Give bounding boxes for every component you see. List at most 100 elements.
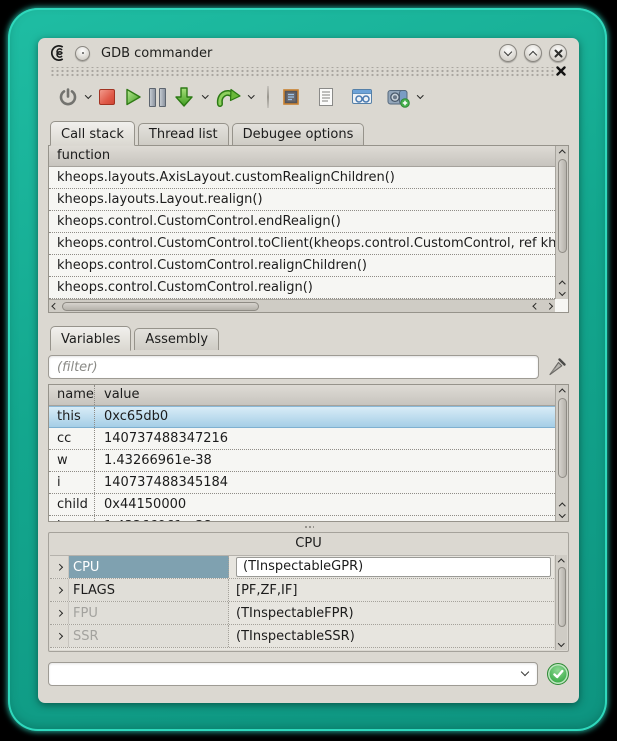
close-button[interactable]	[549, 44, 567, 62]
register-group-name: FPU	[69, 602, 229, 624]
scroll-up-icon[interactable]	[556, 499, 568, 510]
step-over-dropdown-icon[interactable]	[248, 92, 254, 98]
column-name[interactable]: name	[49, 385, 95, 405]
register-group-name: FLAGS	[69, 579, 229, 601]
variable-row[interactable]: i 140737488345184	[49, 472, 555, 494]
scroll-up-icon[interactable]	[556, 277, 568, 288]
variables-tabbar: Variables Assembly	[48, 325, 569, 350]
scroll-up-icon[interactable]	[556, 385, 568, 396]
cpu-group-title: CPU	[49, 533, 568, 554]
cpu-view-button[interactable]	[277, 83, 305, 111]
scrollbar-thumb[interactable]	[558, 159, 567, 253]
pause-button[interactable]	[146, 83, 169, 111]
tab-call-stack[interactable]: Call stack	[50, 121, 135, 146]
window-menu-button[interactable]	[75, 46, 90, 61]
clear-filter-button[interactable]	[545, 355, 569, 379]
scroll-down-icon[interactable]	[556, 639, 567, 650]
close-icon	[554, 49, 563, 58]
tab-assembly[interactable]: Assembly	[134, 328, 219, 350]
variable-name: w	[49, 450, 95, 471]
cpu-view-icon	[280, 86, 302, 108]
scroll-down-icon[interactable]	[556, 288, 568, 299]
variables-header[interactable]: name value	[49, 385, 555, 406]
register-group-name: SSR	[69, 625, 229, 647]
cpu-row[interactable]: CPU (TInspectableGPR)	[50, 556, 554, 579]
panel-splitter[interactable]	[48, 522, 569, 532]
scroll-right-icon[interactable]	[543, 300, 555, 312]
dock-titlebar[interactable]	[50, 67, 567, 78]
expand-icon[interactable]	[50, 602, 69, 624]
snapshot-button[interactable]	[383, 83, 414, 111]
variable-name: cc	[49, 428, 95, 449]
expand-icon[interactable]	[50, 625, 69, 647]
cpu-vertical-scrollbar[interactable]	[555, 555, 567, 650]
scroll-left-icon[interactable]	[49, 300, 61, 312]
variable-row[interactable]: w 1.43266961e-38	[49, 450, 555, 472]
variable-value: 1.43266961e-38	[95, 516, 555, 521]
scroll-up-icon[interactable]	[556, 555, 567, 566]
callstack-row[interactable]: kheops.layouts.Layout.realign()	[49, 189, 555, 211]
scrollbar-thumb[interactable]	[558, 567, 566, 627]
callstack-column-header[interactable]: function	[49, 146, 568, 167]
variable-value: 0xc65db0	[95, 407, 555, 427]
messages-button[interactable]	[313, 83, 339, 111]
register-group-value[interactable]: (TInspectableGPR)	[236, 557, 551, 577]
dock-close-icon[interactable]	[555, 65, 567, 77]
scroll-left-icon[interactable]	[530, 300, 542, 312]
watch-window-button[interactable]	[347, 83, 377, 111]
callstack-vertical-scrollbar[interactable]	[555, 146, 568, 299]
stop-icon	[99, 89, 115, 105]
step-over-button[interactable]	[212, 83, 245, 111]
scroll-up-icon[interactable]	[556, 146, 568, 157]
scrollbar-thumb[interactable]	[558, 398, 567, 478]
column-value[interactable]: value	[95, 385, 555, 405]
step-into-dropdown-icon[interactable]	[202, 92, 208, 98]
unshade-button[interactable]	[524, 44, 542, 62]
filter-row	[48, 354, 569, 380]
variables-panel: name value this 0xc65db0 cc 140737488347…	[48, 384, 569, 522]
run-button[interactable]	[118, 83, 146, 111]
callstack-row[interactable]: kheops.control.CustomControl.endRealign(…	[49, 211, 555, 233]
variable-row[interactable]: child 0x44150000	[49, 494, 555, 516]
variable-name: h	[49, 516, 95, 521]
scroll-down-icon[interactable]	[556, 510, 568, 521]
cpu-row[interactable]: FLAGS [PF,ZF,IF]	[50, 579, 554, 602]
tab-thread-list[interactable]: Thread list	[138, 123, 229, 145]
callstack-row[interactable]: kheops.control.CustomControl.toClient(kh…	[49, 233, 555, 255]
ok-check-icon	[553, 669, 564, 679]
expand-icon[interactable]	[50, 556, 69, 578]
register-group-name: CPU	[69, 556, 229, 578]
gdb-commander-window: GDB commander	[38, 38, 579, 703]
cpu-row[interactable]: SSR (TInspectableSSR)	[50, 625, 554, 648]
callstack-panel: function kheops.layouts.AxisLayout.custo…	[48, 145, 569, 313]
expand-icon[interactable]	[50, 579, 69, 601]
callstack-horizontal-scrollbar[interactable]	[49, 299, 555, 312]
titlebar[interactable]: GDB commander	[48, 40, 569, 66]
callstack-row[interactable]: kheops.control.CustomControl.realignChil…	[49, 255, 555, 277]
tab-debugee-options[interactable]: Debugee options	[232, 123, 365, 145]
filter-input[interactable]	[48, 355, 539, 379]
register-group-value: (TInspectableSSR)	[229, 625, 554, 647]
power-button[interactable]	[54, 83, 82, 111]
command-combobox[interactable]	[48, 662, 538, 686]
snapshot-dropdown-icon[interactable]	[417, 92, 423, 98]
power-dropdown-icon[interactable]	[85, 92, 91, 98]
shade-button[interactable]	[499, 44, 517, 62]
step-into-button[interactable]	[169, 83, 199, 111]
variable-row[interactable]: h 1.43266961e-38	[49, 516, 555, 521]
combobox-dropdown-icon[interactable]	[521, 668, 529, 676]
callstack-row[interactable]: kheops.control.CustomControl.realign()	[49, 277, 555, 299]
stop-button[interactable]	[96, 83, 118, 111]
variable-row[interactable]: cc 140737488347216	[49, 428, 555, 450]
variable-row[interactable]: this 0xc65db0	[49, 406, 555, 428]
callstack-row[interactable]: kheops.layouts.AxisLayout.customRealignC…	[49, 167, 555, 189]
variables-vertical-scrollbar[interactable]	[555, 385, 568, 521]
app-logo-icon	[50, 44, 68, 62]
snapshot-icon	[386, 86, 411, 109]
execute-command-button[interactable]	[547, 663, 569, 685]
variable-value: 140737488347216	[95, 428, 555, 449]
scrollbar-thumb[interactable]	[62, 302, 259, 311]
tab-variables[interactable]: Variables	[50, 326, 131, 351]
run-icon	[121, 86, 143, 108]
cpu-row[interactable]: FPU (TInspectableFPR)	[50, 602, 554, 625]
